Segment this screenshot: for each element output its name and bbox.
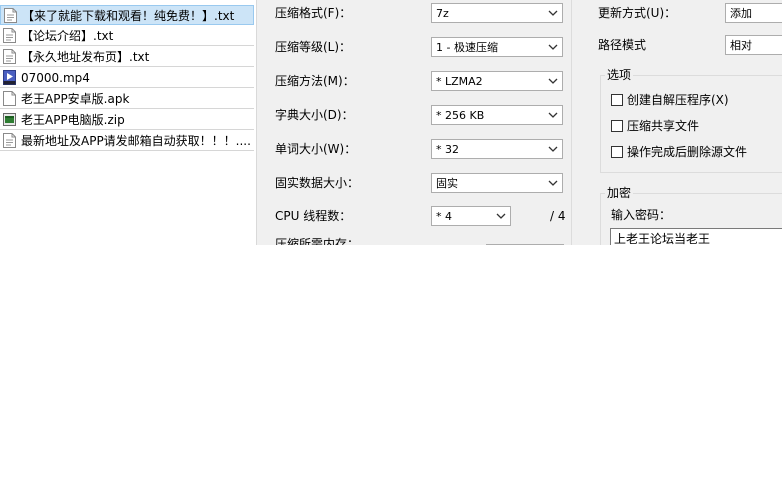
chevron-down-icon xyxy=(548,112,558,118)
file-list-item[interactable]: 【论坛介绍】.txt xyxy=(0,26,254,46)
update-label: 更新方式(U)： xyxy=(598,6,677,20)
level-value: 1 - 极速压缩 xyxy=(436,41,498,54)
compress-dialog: 压缩格式(F)： 7z 压缩等级(L)： 1 - 极速压缩 压缩方法(M)： *… xyxy=(258,0,782,245)
format-select[interactable]: 7z xyxy=(431,3,563,23)
options-title: 选项 xyxy=(605,68,634,82)
chevron-down-icon xyxy=(548,10,558,16)
password-value: 上老王论坛当老王 xyxy=(614,232,711,245)
threads-select[interactable]: * 4 xyxy=(431,206,511,226)
method-value: * LZMA2 xyxy=(436,75,483,88)
memory-field-edge xyxy=(486,244,564,245)
file-name: 老王APP安卓版.apk xyxy=(21,92,130,106)
encrypt-title: 加密 xyxy=(605,186,634,200)
file-list-item[interactable]: 07000.mp4 xyxy=(0,68,254,88)
password-input[interactable]: 上老王论坛当老王 xyxy=(610,228,782,245)
level-label: 压缩等级(L)： xyxy=(275,40,352,54)
delete-checkbox[interactable] xyxy=(611,146,623,158)
word-select[interactable]: * 32 xyxy=(431,139,563,159)
method-select[interactable]: * LZMA2 xyxy=(431,71,563,91)
path-value: 相对 xyxy=(730,39,752,52)
text-file-icon xyxy=(3,49,16,64)
solid-label: 固实数据大小： xyxy=(275,176,360,190)
file-list-item[interactable]: 最新地址及APP请发邮箱自动获取！！！.... xyxy=(0,131,254,151)
level-select[interactable]: 1 - 极速压缩 xyxy=(431,37,563,57)
chevron-down-icon xyxy=(548,180,558,186)
chevron-down-icon xyxy=(548,146,558,152)
file-name: 07000.mp4 xyxy=(21,71,90,85)
password-label: 输入密码： xyxy=(611,208,672,222)
chevron-down-icon xyxy=(496,213,506,219)
video-file-icon xyxy=(3,70,16,85)
shared-label: 压缩共享文件 xyxy=(627,119,700,133)
file-list-item[interactable]: 老王APP电脑版.zip xyxy=(0,110,254,130)
threads-label: CPU 线程数： xyxy=(275,209,352,223)
threads-value: * 4 xyxy=(436,210,452,223)
file-name: 【来了就能下载和观看！纯免费！】.txt xyxy=(22,9,235,23)
dict-value: * 256 KB xyxy=(436,109,485,122)
file-list-item[interactable]: 老王APP安卓版.apk xyxy=(0,89,254,109)
file-name: 最新地址及APP请发邮箱自动获取！！！.... xyxy=(21,134,251,148)
dict-select[interactable]: * 256 KB xyxy=(431,105,563,125)
shared-checkbox[interactable] xyxy=(611,120,623,132)
solid-select[interactable]: 固实 xyxy=(431,173,563,193)
path-select[interactable]: 相对 xyxy=(725,35,782,55)
file-name: 【论坛介绍】.txt xyxy=(21,29,114,43)
dict-label: 字典大小(D)： xyxy=(275,108,354,122)
text-file-icon xyxy=(3,28,16,43)
method-label: 压缩方法(M)： xyxy=(275,74,355,88)
word-value: * 32 xyxy=(436,143,459,156)
memory-label: 压缩所需内存： xyxy=(275,237,360,245)
text-file-icon xyxy=(4,8,17,23)
solid-value: 固实 xyxy=(436,177,458,190)
format-label: 压缩格式(F)： xyxy=(275,6,352,20)
file-name: 老王APP电脑版.zip xyxy=(21,113,125,127)
file-list-item[interactable]: 【来了就能下载和观看！纯免费！】.txt xyxy=(0,5,254,25)
generic-file-icon xyxy=(3,91,16,106)
file-name: 【永久地址发布页】.txt xyxy=(21,50,150,64)
chevron-down-icon xyxy=(548,78,558,84)
threads-total: / 4 xyxy=(550,209,566,223)
update-value: 添加 xyxy=(730,7,752,20)
update-select[interactable]: 添加 xyxy=(725,3,782,23)
archive-file-icon xyxy=(3,112,16,127)
format-value: 7z xyxy=(436,7,449,20)
file-list: 【来了就能下载和观看！纯免费！】.txt 【论坛介绍】.txt 【永久地址发布页】.… xyxy=(0,0,255,155)
chevron-down-icon xyxy=(548,44,558,50)
sfx-label: 创建自解压程序(X) xyxy=(627,93,729,107)
delete-label: 操作完成后删除源文件 xyxy=(627,145,748,159)
sfx-checkbox[interactable] xyxy=(611,94,623,106)
path-label: 路径模式 xyxy=(598,38,647,52)
word-label: 单词大小(W)： xyxy=(275,142,357,156)
text-file-icon xyxy=(3,133,16,148)
file-list-item[interactable]: 【永久地址发布页】.txt xyxy=(0,47,254,67)
column-separator xyxy=(571,0,572,245)
